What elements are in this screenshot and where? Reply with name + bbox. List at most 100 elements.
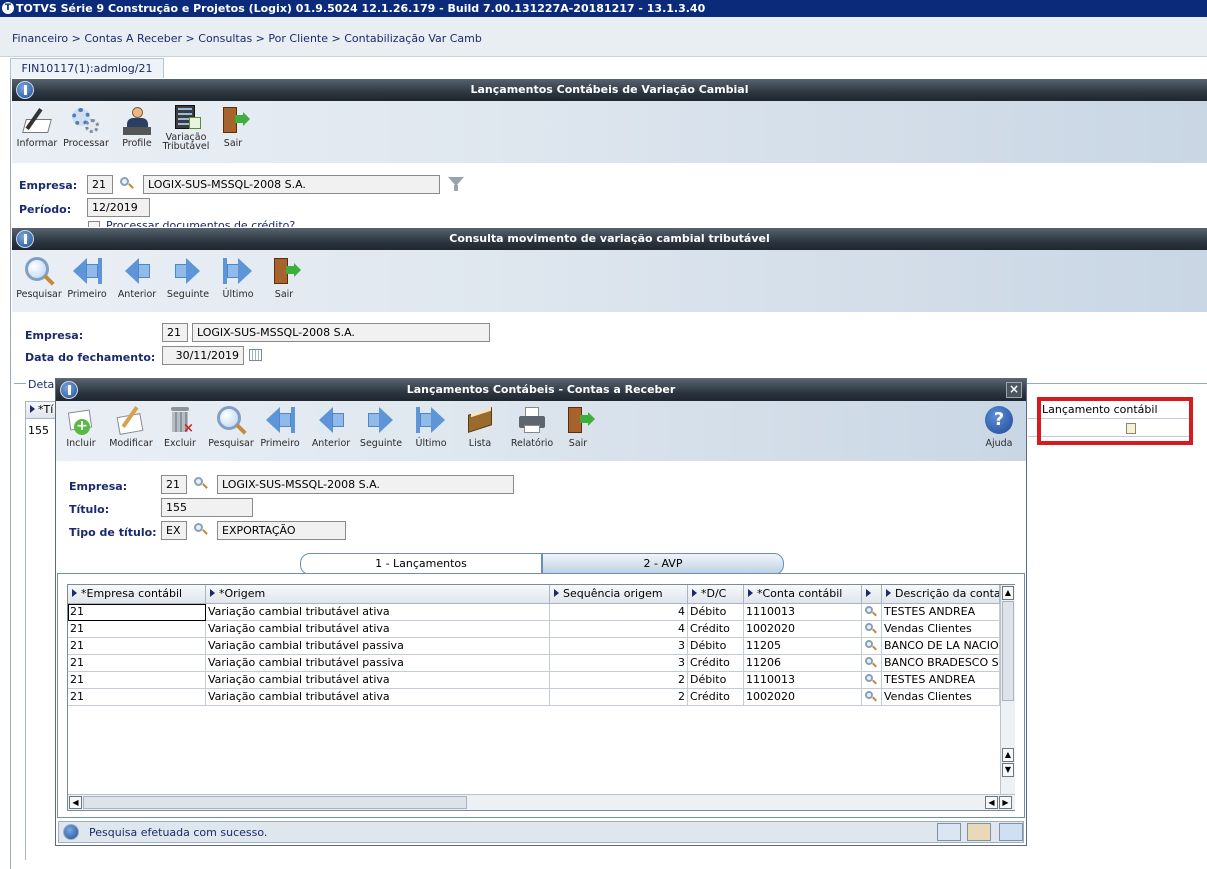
cell-conta[interactable]: 1110013: [744, 672, 862, 689]
scroll-up-icon[interactable]: ▲: [1002, 586, 1014, 600]
informar-button[interactable]: Informar: [12, 105, 62, 149]
cell-empresa[interactable]: 21: [68, 621, 206, 638]
col-header-empresa[interactable]: *Empresa contábil: [68, 585, 206, 604]
horizontal-scrollbar[interactable]: ◀ ◀ ▶: [68, 794, 1015, 810]
excluir-button[interactable]: × Excluir: [155, 405, 205, 449]
scroll-thumb[interactable]: [83, 796, 467, 809]
cell-lookup[interactable]: [862, 655, 882, 672]
cell-origem[interactable]: Variação cambial tributável passiva: [206, 655, 550, 672]
cell-sequencia[interactable]: 4: [550, 621, 688, 638]
cell-lookup[interactable]: [862, 689, 882, 706]
cell-dc[interactable]: Crédito: [688, 621, 744, 638]
cell-empresa[interactable]: 21: [68, 672, 206, 689]
profile-button[interactable]: Profile: [112, 105, 162, 149]
sair-button[interactable]: Sair: [208, 105, 258, 149]
cell-sequencia[interactable]: 2: [550, 689, 688, 706]
tipo-titulo-code-field[interactable]: EX: [161, 521, 187, 540]
table-row[interactable]: 21 Variação cambial tributável ativa 4 Créd…: [68, 621, 1000, 638]
search-icon[interactable]: [194, 477, 208, 491]
chat-icon[interactable]: [999, 823, 1023, 841]
pesquisar-button[interactable]: Pesquisar: [206, 405, 256, 449]
scroll-thumb[interactable]: [1002, 601, 1014, 701]
tab-lancamentos[interactable]: 1 - Lançamentos: [300, 553, 542, 575]
cell-empresa[interactable]: 21: [68, 638, 206, 655]
incluir-button[interactable]: + Incluir: [56, 405, 106, 449]
cell-lookup[interactable]: [862, 672, 882, 689]
ultimo-button[interactable]: Último: [213, 256, 263, 300]
cell-lookup[interactable]: [862, 638, 882, 655]
col-header-dc[interactable]: *D/C: [688, 585, 744, 604]
search-icon[interactable]: [865, 691, 877, 703]
ajuda-button[interactable]: ? Ajuda: [974, 405, 1024, 449]
calendar-icon[interactable]: [249, 349, 262, 361]
cell-conta[interactable]: 11205: [744, 638, 862, 655]
cell-dc[interactable]: Crédito: [688, 689, 744, 706]
cell-empresa[interactable]: 21: [68, 655, 206, 672]
table-row[interactable]: 21 Variação cambial tributável ativa 2 Débi…: [68, 672, 1000, 689]
cell-conta[interactable]: 1002020: [744, 689, 862, 706]
cell-sequencia[interactable]: 3: [550, 655, 688, 672]
cell-origem[interactable]: Variação cambial tributável ativa: [206, 689, 550, 706]
cell-conta[interactable]: 11206: [744, 655, 862, 672]
cell-origem[interactable]: Variação cambial tributável ativa: [206, 672, 550, 689]
cell-sequencia[interactable]: 4: [550, 604, 688, 621]
search-icon[interactable]: [865, 640, 877, 652]
vertical-scrollbar[interactable]: ▲ ▲ ▼: [1000, 585, 1015, 794]
scroll-down-icon[interactable]: ▼: [1002, 763, 1014, 777]
col-header-origem[interactable]: *Origem: [206, 585, 550, 604]
processar-creditos-checkbox[interactable]: [88, 221, 100, 227]
cell-origem[interactable]: Variação cambial tributável ativa: [206, 604, 550, 621]
cell-dc[interactable]: Débito: [688, 604, 744, 621]
sair-button[interactable]: Sair: [259, 256, 309, 300]
search-icon[interactable]: [865, 606, 877, 618]
col-header-descricao[interactable]: Descrição da conta c: [882, 585, 1000, 604]
table-row[interactable]: 21 Variação cambial tributável passiva 3 Dé…: [68, 638, 1000, 655]
cell-origem[interactable]: Variação cambial tributável passiva: [206, 638, 550, 655]
cell-descricao[interactable]: Vendas Clientes: [882, 621, 1000, 638]
cell-dc[interactable]: Débito: [688, 672, 744, 689]
program-tab[interactable]: FIN10117(1):admlog/21: [10, 58, 164, 78]
anterior-button[interactable]: Anterior: [112, 256, 162, 300]
cell-conta[interactable]: 1002020: [744, 621, 862, 638]
user-icon[interactable]: [967, 823, 991, 841]
data-fechamento-field[interactable]: 30/11/2019: [162, 346, 244, 365]
cell-conta[interactable]: 1110013: [744, 604, 862, 621]
primeiro-button[interactable]: Primeiro: [255, 405, 305, 449]
pesquisar-button[interactable]: Pesquisar: [14, 256, 64, 300]
table-row[interactable]: 21 Variação cambial tributável ativa 4 Débi…: [68, 604, 1000, 621]
cell-origem[interactable]: Variação cambial tributável ativa: [206, 621, 550, 638]
cell-dc[interactable]: Crédito: [688, 655, 744, 672]
seguinte-button[interactable]: Seguinte: [163, 256, 213, 300]
breadcrumb[interactable]: Financeiro > Contas A Receber > Consulta…: [12, 32, 482, 45]
cell-descricao[interactable]: BANCO BRADESCO SA: [882, 655, 1000, 672]
periodo-field[interactable]: 12/2019: [87, 198, 150, 217]
col-header-sequencia[interactable]: Sequência origem: [550, 585, 688, 604]
bg-grid-cell-titulo[interactable]: 155: [28, 424, 49, 437]
seguinte-button[interactable]: Seguinte: [356, 405, 406, 449]
tool-icon[interactable]: [937, 823, 961, 841]
search-icon[interactable]: [194, 523, 208, 537]
tab-avp[interactable]: 2 - AVP: [542, 553, 784, 575]
cell-descricao[interactable]: BANCO DE LA NACION A: [882, 638, 1000, 655]
scroll-right-icon[interactable]: ▶: [999, 796, 1012, 809]
cell-sequencia[interactable]: 3: [550, 638, 688, 655]
table-row[interactable]: 21 Variação cambial tributável passiva 3 Cr…: [68, 655, 1000, 672]
col-header-conta[interactable]: *Conta contábil: [744, 585, 862, 604]
titulo-field[interactable]: 155: [161, 498, 253, 517]
ultimo-button[interactable]: Último: [406, 405, 456, 449]
cell-empresa[interactable]: 21: [68, 689, 206, 706]
search-icon[interactable]: [865, 623, 877, 635]
cell-empresa[interactable]: 21: [68, 604, 206, 621]
relatorio-button[interactable]: Relatório: [507, 405, 557, 449]
cell-lookup[interactable]: [862, 621, 882, 638]
modificar-button[interactable]: Modificar: [106, 405, 156, 449]
cell-lookup[interactable]: [862, 604, 882, 621]
search-icon[interactable]: [120, 177, 134, 191]
cell-dc[interactable]: Débito: [688, 638, 744, 655]
empresa-code-field[interactable]: 21: [87, 175, 113, 194]
processar-button[interactable]: Processar: [61, 105, 111, 149]
cell-descricao[interactable]: Vendas Clientes: [882, 689, 1000, 706]
table-row[interactable]: 21 Variação cambial tributável ativa 2 Créd…: [68, 689, 1000, 706]
cell-descricao[interactable]: TESTES ANDREA: [882, 672, 1000, 689]
lista-button[interactable]: Lista: [455, 405, 505, 449]
